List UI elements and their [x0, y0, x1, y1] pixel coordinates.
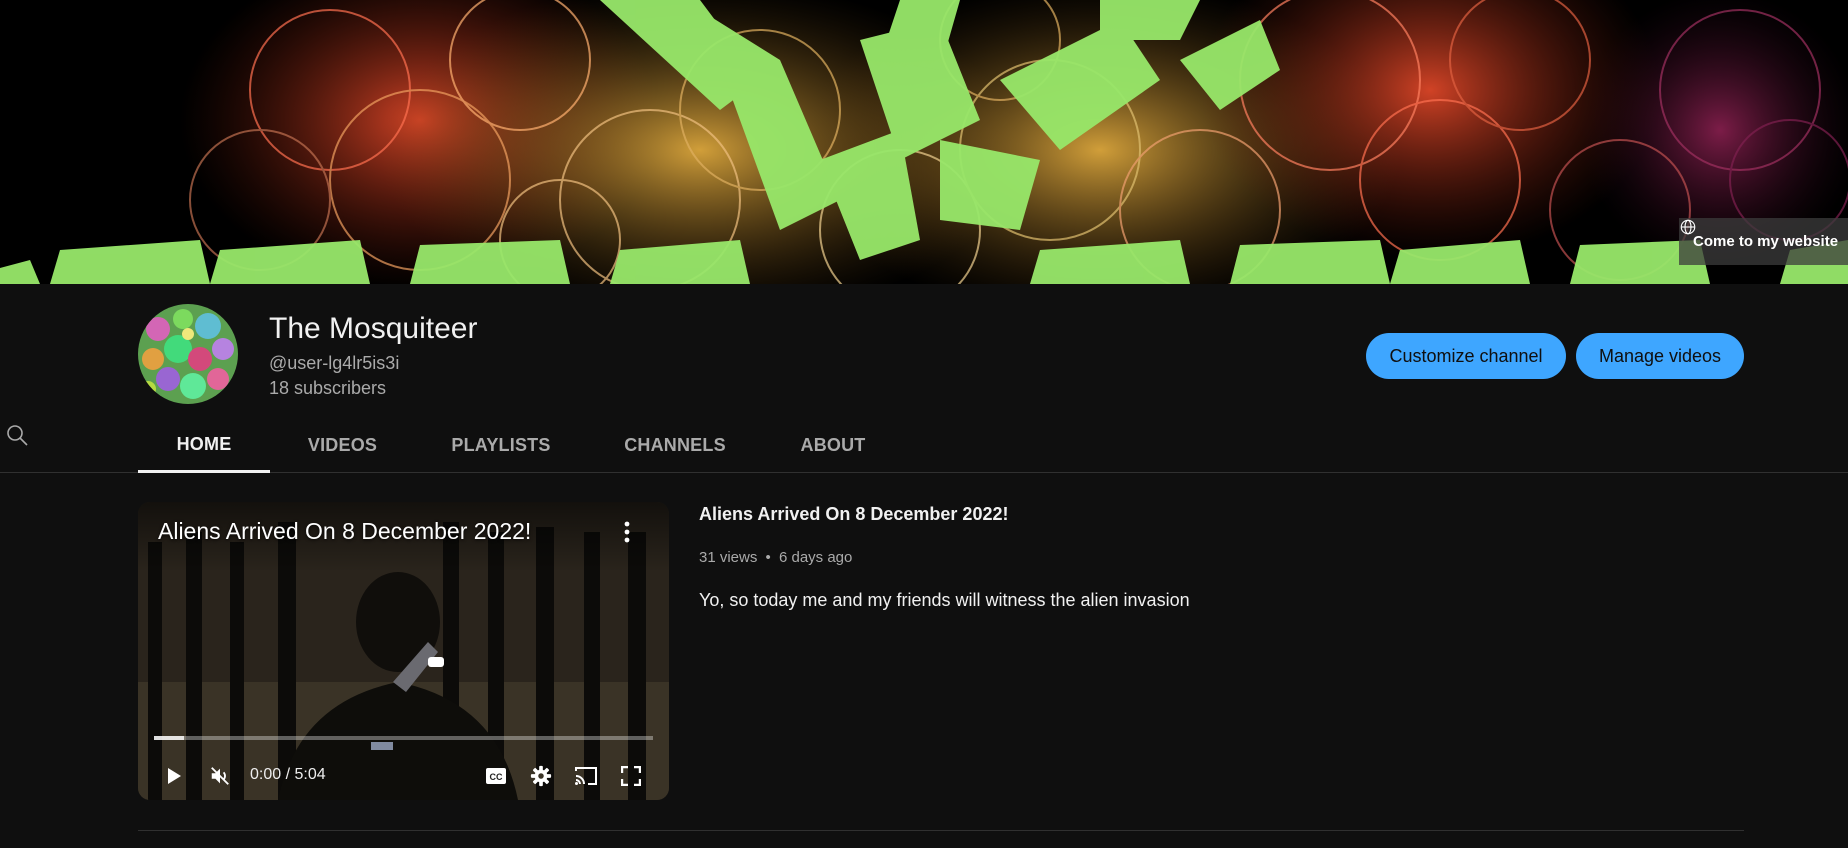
fullscreen-icon [621, 766, 641, 786]
play-icon [168, 768, 181, 784]
section-divider [138, 830, 1744, 831]
subscriber-count: 18 subscribers [269, 378, 387, 398]
manage-videos-button[interactable]: Manage videos [1576, 333, 1744, 379]
banner-art [0, 0, 1848, 284]
fullscreen-button[interactable] [615, 760, 647, 792]
channel-tabs: HOME VIDEOS PLAYLISTS CHANNELS ABOUT [0, 418, 1848, 473]
globe-icon [1680, 219, 1696, 235]
more-vert-icon [624, 521, 630, 543]
channel-name: The Mosquiteer [269, 312, 478, 345]
captions-icon: CC [486, 768, 506, 784]
channel-avatar[interactable] [138, 304, 238, 404]
progress-bar-fill [154, 736, 184, 740]
cast-icon [575, 767, 597, 785]
mute-button[interactable] [204, 760, 236, 792]
avatar-image [138, 304, 238, 404]
featured-video-player[interactable]: Aliens Arrived On 8 December 2022! 0:00 … [138, 502, 669, 800]
tab-videos[interactable]: VIDEOS [290, 418, 395, 473]
settings-button[interactable] [525, 760, 557, 792]
featured-video-info: Aliens Arrived On 8 December 2022! 31 vi… [699, 504, 1699, 611]
cast-button[interactable] [570, 760, 602, 792]
player-more-button[interactable] [616, 518, 638, 546]
video-metadata: 31 views • 6 days ago [699, 549, 1699, 566]
featured-video-title[interactable]: Aliens Arrived On 8 December 2022! [699, 504, 1699, 525]
volume-muted-icon [211, 767, 229, 785]
channel-search-button[interactable] [0, 418, 34, 452]
website-link[interactable]: Come to my website [1679, 218, 1848, 265]
time-display: 0:00 / 5:04 [250, 766, 326, 783]
player-controls: 0:00 / 5:04 CC [138, 756, 669, 796]
video-description[interactable]: Yo, so today me and my friends will witn… [699, 590, 1699, 611]
tab-about[interactable]: ABOUT [787, 418, 879, 473]
customize-channel-button[interactable]: Customize channel [1366, 333, 1566, 379]
upload-age: 6 days ago [778, 549, 853, 566]
channel-header: The Mosquiteer @user-lg4lr5is3i 18 subsc… [138, 302, 1744, 406]
channel-banner: Come to my website [0, 0, 1848, 284]
website-link-label: Come to my website [1693, 233, 1839, 250]
progress-bar[interactable] [154, 736, 653, 740]
player-title[interactable]: Aliens Arrived On 8 December 2022! [158, 518, 531, 545]
svg-text:CC: CC [490, 772, 503, 782]
meta-separator: • [765, 549, 771, 566]
channel-handle: @user-lg4lr5is3i [269, 353, 400, 373]
captions-button[interactable]: CC [480, 760, 512, 792]
search-icon [7, 425, 28, 446]
tab-channels[interactable]: CHANNELS [613, 418, 737, 473]
tab-home[interactable]: HOME [138, 418, 270, 473]
play-button[interactable] [158, 760, 190, 792]
view-count: 31 views [699, 549, 758, 566]
tab-playlists[interactable]: PLAYLISTS [440, 418, 562, 473]
gear-icon [530, 765, 552, 787]
